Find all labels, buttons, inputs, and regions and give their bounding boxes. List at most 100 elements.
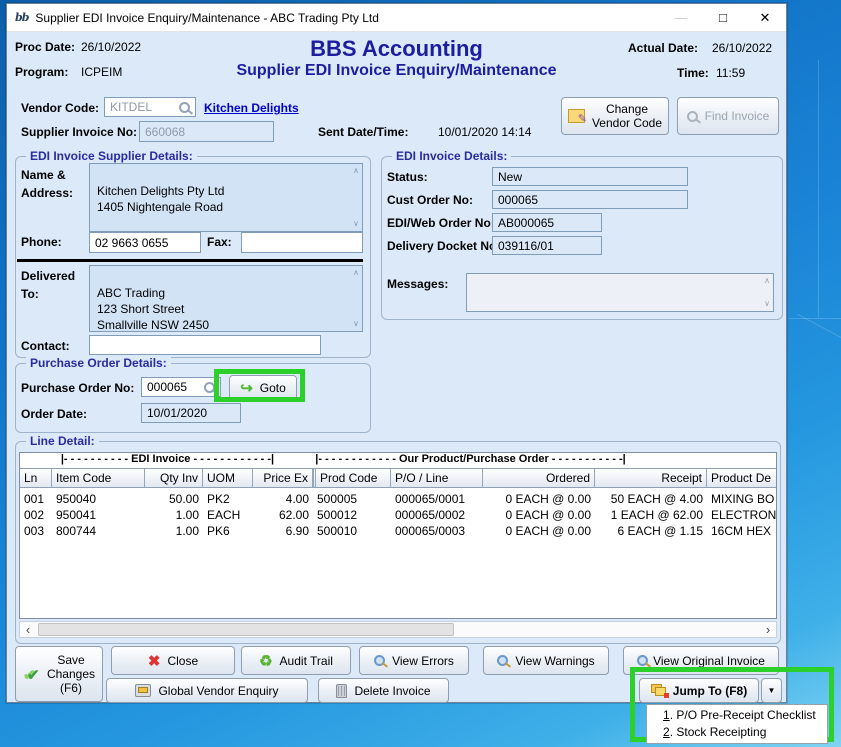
global-vendor-enquiry-button[interactable]: Global Vendor Enquiry	[106, 678, 308, 703]
scroll-down-icon[interactable]: ∨	[353, 220, 359, 228]
fax-label: Fax:	[207, 235, 232, 249]
find-invoice-button[interactable]: Find Invoice	[677, 97, 779, 135]
line-detail-table: |- - - - - - - - - - EDI Invoice - - - -…	[19, 452, 777, 619]
edit-note-icon: ✎	[568, 109, 585, 123]
maximize-button[interactable]: □	[702, 4, 744, 31]
po-search-icon[interactable]	[204, 382, 215, 393]
cell-ordered: 0 EACH @ 0.00	[483, 491, 595, 507]
edi-web-order-label: EDI/Web Order No:	[387, 216, 495, 230]
close-invoice-button[interactable]: ✖ Close	[111, 646, 235, 675]
table-row[interactable]: 001 950040 50.00 PK2 4.00 500005 000065/…	[20, 491, 776, 507]
menu-item-po-pre-receipt-checklist[interactable]: 1. P/O Pre-Receipt Checklist	[647, 707, 827, 724]
section-divider	[17, 259, 363, 262]
status-field[interactable]: New	[492, 167, 688, 186]
change-vendor-code-button[interactable]: ✎ Change Vendor Code	[561, 97, 669, 135]
delivery-docket-field[interactable]: 039116/01	[492, 236, 602, 255]
col-uom[interactable]: UOM	[203, 469, 253, 487]
table-header-row: Ln Item Code Qty Inv UOM Price Ex Prod C…	[20, 468, 776, 488]
goto-button[interactable]: ↪ Goto	[229, 375, 297, 400]
order-date-value: 10/01/2020	[147, 406, 207, 420]
cell-ordered: 0 EACH @ 0.00	[483, 523, 595, 539]
col-price-ex[interactable]: Price Ex	[253, 469, 313, 487]
delivered-to-box[interactable]: ABC Trading 123 Short Street Smallville …	[89, 265, 363, 332]
cell-prod-code: 500010	[313, 523, 391, 539]
scroll-down-icon[interactable]: ∨	[353, 320, 359, 328]
edi-web-order-value: AB000065	[498, 216, 554, 230]
view-errors-label: View Errors	[392, 654, 454, 668]
scroll-up-icon[interactable]: ∧	[353, 167, 359, 175]
po-number-label: Purchase Order No:	[21, 381, 134, 395]
delivered-to-text: ABC Trading 123 Short Street Smallville …	[97, 286, 209, 332]
table-row[interactable]: 002 950041 1.00 EACH 62.00 500012 000065…	[20, 507, 776, 523]
po-number-field[interactable]: 000065	[141, 377, 221, 397]
jump-to-dropdown-button[interactable]: ▼	[761, 678, 782, 703]
purchase-order-title: Purchase Order Details:	[26, 356, 171, 370]
app-window: bb Supplier EDI Invoice Enquiry/Maintena…	[6, 3, 787, 703]
supplier-invoice-field[interactable]: 660068	[139, 121, 274, 142]
col-ln[interactable]: Ln	[20, 469, 52, 487]
table-band-row: |- - - - - - - - - - EDI Invoice - - - -…	[20, 453, 776, 468]
cust-order-field[interactable]: 000065	[492, 190, 688, 209]
delivery-docket-label: Delivery Docket No:	[387, 239, 500, 253]
jump-to-menu: 1. P/O Pre-Receipt Checklist 2. Stock Re…	[646, 704, 828, 744]
col-po-line[interactable]: P/O / Line	[391, 469, 483, 487]
jump-to-button[interactable]: Jump To (F8)	[639, 678, 759, 703]
col-qty-inv[interactable]: Qty Inv	[145, 469, 203, 487]
cell-po-line: 000065/0003	[391, 523, 483, 539]
find-invoice-search-icon	[687, 111, 698, 122]
scrollbar-thumb[interactable]	[38, 623, 454, 636]
audit-trail-button[interactable]: ♻ Audit Trail	[241, 646, 351, 675]
app-icon: bb	[15, 11, 28, 24]
vendor-name-link[interactable]: Kitchen Delights	[204, 101, 299, 115]
contact-field[interactable]	[89, 335, 321, 355]
messages-box[interactable]: ∧ ∨	[466, 273, 774, 312]
name-address-text: Kitchen Delights Pty Ltd 1405 Nightengal…	[97, 184, 262, 232]
table-row[interactable]: 003 800744 1.00 PK6 6.90 500010 000065/0…	[20, 523, 776, 539]
edi-web-order-field[interactable]: AB000065	[492, 213, 602, 232]
cell-ordered: 0 EACH @ 0.00	[483, 507, 595, 523]
col-prod-code[interactable]: Prod Code	[313, 469, 391, 487]
minimize-button[interactable]: —	[660, 4, 702, 31]
cell-product-desc: 16CM HEX	[707, 523, 776, 539]
scroll-down-icon[interactable]: ∨	[764, 300, 770, 308]
col-ordered[interactable]: Ordered	[483, 469, 595, 487]
titlebar: bb Supplier EDI Invoice Enquiry/Maintena…	[7, 4, 786, 32]
order-date-field[interactable]: 10/01/2020	[141, 403, 241, 423]
col-product-desc[interactable]: Product De	[707, 469, 776, 487]
phone-value: 02 9663 0655	[95, 236, 168, 250]
band-our-product: |- - - - - - - - - - - - Our Product/Pur…	[288, 453, 653, 465]
delete-invoice-button[interactable]: Delete Invoice	[318, 678, 449, 703]
view-errors-button[interactable]: View Errors	[359, 646, 469, 675]
cell-po-line: 000065/0001	[391, 491, 483, 507]
scroll-up-icon[interactable]: ∧	[764, 277, 770, 285]
scroll-up-icon[interactable]: ∧	[353, 269, 359, 277]
view-original-invoice-button[interactable]: View Original Invoice	[623, 646, 779, 675]
horizontal-scrollbar[interactable]: ‹ ›	[19, 621, 777, 638]
save-changes-button[interactable]: ✔✔ Save Changes (F6)	[15, 646, 103, 702]
fax-field[interactable]	[241, 232, 363, 253]
phone-label: Phone:	[21, 235, 62, 249]
col-item-code[interactable]: Item Code	[52, 469, 145, 487]
cell-po-line: 000065/0002	[391, 507, 483, 523]
cust-order-label: Cust Order No:	[387, 193, 473, 207]
cell-uom: PK6	[203, 523, 253, 539]
close-button[interactable]: ✕	[744, 4, 786, 31]
vendor-search-icon[interactable]	[179, 102, 190, 113]
vendor-code-field[interactable]: KITDEL	[104, 97, 196, 117]
cell-price-ex: 4.00	[253, 491, 313, 507]
check-icon: ✔✔	[23, 666, 43, 682]
phone-field[interactable]: 02 9663 0655	[89, 232, 201, 253]
col-receipt[interactable]: Receipt	[595, 469, 707, 487]
view-warnings-button[interactable]: View Warnings	[483, 646, 609, 675]
close-x-icon: ✖	[148, 652, 161, 670]
name-address-box[interactable]: Kitchen Delights Pty Ltd 1405 Nightengal…	[89, 163, 363, 232]
screen-title: Supplier EDI Invoice Enquiry/Maintenance	[7, 62, 786, 80]
menu-item-stock-receipting[interactable]: 2. Stock Receipting	[647, 724, 827, 741]
recycle-icon: ♻	[259, 652, 272, 670]
sent-datetime-value: 10/01/2020 14:14	[438, 125, 531, 139]
scroll-left-icon[interactable]: ‹	[20, 622, 36, 637]
view-warnings-label: View Warnings	[515, 654, 594, 668]
status-value: New	[498, 170, 522, 184]
name-address-label: Name & Address:	[21, 166, 73, 202]
scroll-right-icon[interactable]: ›	[760, 622, 776, 637]
